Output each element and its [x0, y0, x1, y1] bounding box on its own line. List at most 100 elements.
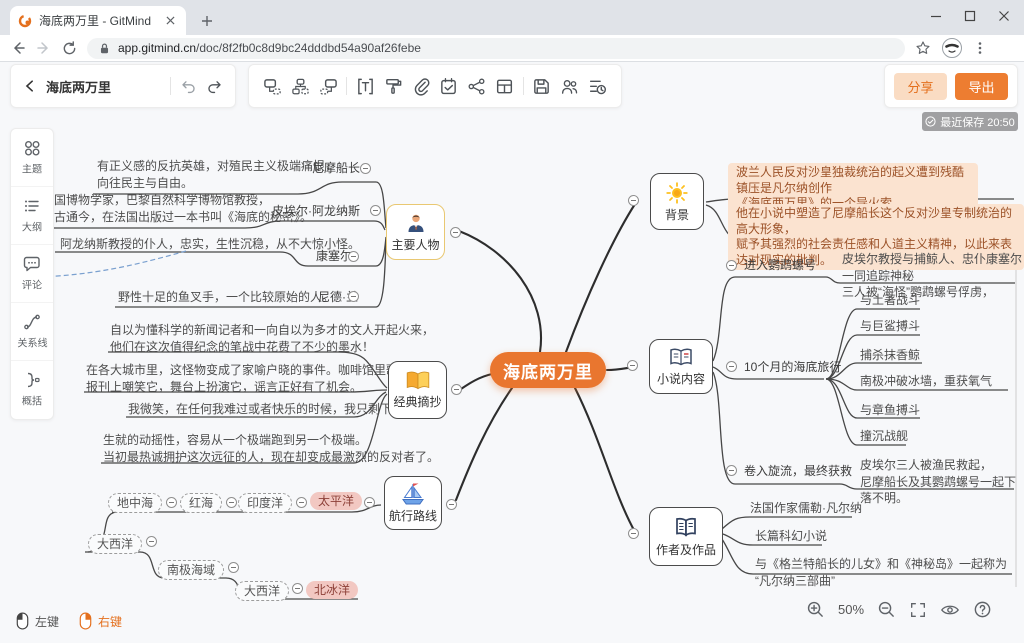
node-quote-1[interactable]: 自以为懂科学的新闻记者和一向自以为多才的文人开起火来， 他们在这次值得纪念的笔战…: [110, 322, 434, 355]
insert-subtopic-icon[interactable]: [291, 77, 310, 96]
node-journey-item-6[interactable]: 撞沉战舰: [860, 428, 908, 445]
new-tab-button[interactable]: [196, 10, 218, 32]
collapse-button[interactable]: [348, 251, 359, 262]
doc-title[interactable]: 海底两万里: [46, 77, 161, 96]
collapse-button[interactable]: [364, 497, 375, 508]
zoom-level[interactable]: 50%: [838, 602, 864, 617]
collapse-button[interactable]: [446, 499, 457, 510]
node-author-point-3[interactable]: 与《格兰特船长的儿女》和《神秘岛》一起称为 “凡尔纳三部曲”: [755, 556, 1024, 589]
sidebar-item-theme[interactable]: 主题: [11, 129, 53, 187]
route-node-arctic[interactable]: 北冰洋: [306, 581, 358, 599]
tab-close-icon[interactable]: [162, 13, 178, 29]
forward-icon[interactable]: [36, 40, 52, 56]
collapse-button[interactable]: [726, 465, 737, 476]
sidebar-item-comments[interactable]: 评论: [11, 245, 53, 303]
zoom-in-icon[interactable]: [806, 600, 825, 619]
outline-history-icon[interactable]: [588, 77, 607, 96]
node-journey-item-1[interactable]: 与土著战斗: [860, 292, 920, 309]
reload-icon[interactable]: [62, 41, 77, 56]
collapse-button[interactable]: [726, 260, 737, 271]
node-quote-2[interactable]: 在各大城市里，这怪物变成了家喻户晓的事件。咖啡馆里歌唱它， 报刊上嘲笑它，舞台上…: [86, 362, 434, 395]
route-node-pacific[interactable]: 太平洋: [310, 492, 362, 510]
node-rescue-desc[interactable]: 皮埃尔三人被渔民救起， 尼摩船长及其鹦鹉螺号一起下落不明。: [860, 457, 1024, 507]
branch-node-quotes[interactable]: 经典摘抄: [388, 361, 447, 419]
node-journey-item-5[interactable]: 与章鱼搏斗: [860, 402, 920, 419]
sidebar-item-outline[interactable]: 大纲: [11, 187, 53, 245]
table-icon[interactable]: [495, 77, 514, 96]
back-icon[interactable]: [10, 40, 26, 56]
collapse-button[interactable]: [726, 361, 737, 372]
node-author-point-2[interactable]: 长篇科幻小说: [755, 528, 827, 545]
zoom-out-icon[interactable]: [877, 600, 896, 619]
collapse-button[interactable]: [628, 528, 639, 539]
browser-tab[interactable]: 海底两万里 - GitMind: [10, 6, 186, 35]
node-aronnax[interactable]: 皮埃尔·阿龙纳斯: [272, 203, 360, 220]
bookmark-star-icon[interactable]: [915, 40, 931, 56]
node-nemo-desc[interactable]: 有正义感的反抗英雄，对殖民主义极端痛恨， 向往民主与自由。: [97, 158, 337, 191]
address-bar[interactable]: app.gitmind.cn/doc/8f2fb0c8d9bc24dddbd54…: [87, 38, 905, 59]
task-icon[interactable]: [439, 77, 458, 96]
node-quote-3[interactable]: 我微笑，在任何我难过或者快乐的时候，我只剩下微笑。: [128, 401, 428, 418]
window-maximize-icon[interactable]: [964, 10, 976, 22]
route-node-indian-ocean[interactable]: 印度洋: [238, 493, 292, 513]
presentation-eye-icon[interactable]: [940, 601, 960, 619]
collapse-button[interactable]: [370, 205, 381, 216]
route-node-atlantic-2[interactable]: 大西洋: [235, 581, 289, 601]
node-enter-nautilus[interactable]: 进入鹦鹉螺号: [744, 257, 816, 274]
route-node-mediterranean[interactable]: 地中海: [108, 493, 162, 513]
back-to-home-icon[interactable]: [23, 79, 37, 93]
relation-line-icon[interactable]: [467, 77, 486, 96]
node-ned-desc[interactable]: 野性十足的鱼叉手，一个比较原始的人。: [118, 289, 334, 306]
branch-node-characters[interactable]: 主要人物: [386, 204, 445, 260]
node-nemo[interactable]: 尼摩船长: [312, 160, 360, 177]
browser-menu-icon[interactable]: [973, 41, 987, 55]
collapse-button[interactable]: [627, 360, 638, 371]
attachment-icon[interactable]: [412, 77, 431, 96]
node-journey-item-4[interactable]: 南极冲破冰墙，重获氧气: [860, 373, 992, 390]
collapse-button[interactable]: [146, 536, 157, 547]
route-node-atlantic-1[interactable]: 大西洋: [88, 534, 142, 554]
collapse-button[interactable]: [628, 195, 639, 206]
node-journey[interactable]: 10个月的海底旅行: [744, 359, 841, 376]
collapse-button[interactable]: [226, 497, 237, 508]
text-style-icon[interactable]: [356, 77, 375, 96]
undo-icon[interactable]: [180, 78, 197, 95]
collapse-button[interactable]: [228, 562, 239, 573]
format-painter-icon[interactable]: [384, 77, 403, 96]
node-rescue[interactable]: 卷入旋流，最终获救: [744, 463, 852, 480]
collapse-button[interactable]: [348, 291, 359, 302]
sidebar-item-relation-line[interactable]: 关系线: [11, 303, 53, 361]
route-node-antarctic[interactable]: 南极海域: [158, 560, 224, 580]
insert-sibling-topic-icon[interactable]: [263, 77, 282, 96]
node-quote-4[interactable]: 生就的动摇性，容易从一个极端跑到另一个极端。 当初最热诚拥护这次远征的人，现在却…: [103, 432, 439, 465]
collapse-button[interactable]: [166, 497, 177, 508]
node-conseil-desc[interactable]: 阿龙纳斯教授的仆人，忠实，生性沉稳，从不大惊小怪。: [60, 236, 360, 253]
window-close-icon[interactable]: [998, 10, 1010, 22]
collaborate-icon[interactable]: [560, 77, 579, 96]
collapse-button[interactable]: [292, 583, 303, 594]
redo-icon[interactable]: [206, 78, 223, 95]
route-node-red-sea[interactable]: 红海: [180, 493, 222, 513]
branch-node-author[interactable]: 作者及作品: [649, 507, 723, 566]
collapse-button[interactable]: [296, 497, 307, 508]
collapse-button[interactable]: [451, 384, 462, 395]
branch-node-content[interactable]: 小说内容: [649, 339, 713, 394]
save-icon[interactable]: [532, 77, 551, 96]
window-minimize-icon[interactable]: [930, 10, 942, 22]
profile-avatar[interactable]: [941, 37, 963, 59]
collapse-button[interactable]: [450, 227, 461, 238]
export-button[interactable]: 导出: [955, 73, 1008, 100]
help-icon[interactable]: [973, 600, 992, 619]
branch-node-background[interactable]: 背景: [650, 173, 704, 230]
node-journey-item-3[interactable]: 捕杀抹香鲸: [860, 347, 920, 364]
branch-node-route[interactable]: 航行路线: [384, 476, 442, 530]
node-journey-item-2[interactable]: 与巨鲨搏斗: [860, 318, 920, 335]
node-conseil[interactable]: 康塞尔: [316, 248, 352, 265]
fit-screen-icon[interactable]: [909, 601, 927, 619]
node-author-point-1[interactable]: 法国作家儒勒·凡尔纳: [750, 500, 862, 517]
insert-parent-topic-icon[interactable]: [319, 77, 338, 96]
share-button[interactable]: 分享: [894, 73, 947, 100]
root-node[interactable]: 海底两万里: [490, 352, 606, 388]
sidebar-item-summary[interactable]: 概括: [11, 361, 53, 419]
collapse-button[interactable]: [360, 163, 371, 174]
